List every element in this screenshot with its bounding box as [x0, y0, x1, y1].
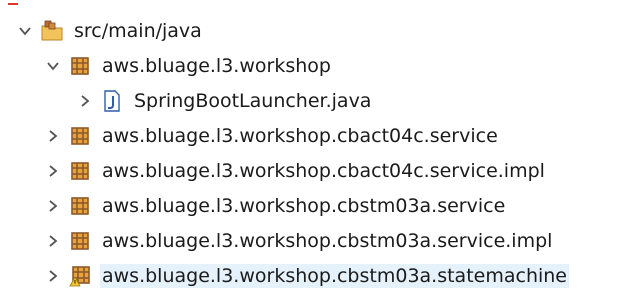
- chevron-right-icon[interactable]: [42, 230, 64, 252]
- java-file-icon: [100, 89, 124, 113]
- tree-item-package[interactable]: aws.bluage.l3.workshop.cbact04c.service: [42, 119, 500, 153]
- package-icon: [68, 124, 92, 148]
- tree-item-source-folder[interactable]: src/main/java: [14, 14, 204, 48]
- chevron-right-icon[interactable]: [42, 195, 64, 217]
- tree-item-package[interactable]: aws.bluage.l3.workshop.cbstm03a.service.…: [42, 224, 554, 258]
- chevron-down-icon[interactable]: [42, 55, 64, 77]
- tree-item-label: src/main/java: [74, 20, 202, 42]
- chevron-right-icon[interactable]: [74, 90, 96, 112]
- tree-item-label: aws.bluage.l3.workshop.cbstm03a.service: [102, 195, 506, 217]
- package-icon: [68, 229, 92, 253]
- tree-item-label: SpringBootLauncher.java: [134, 90, 372, 112]
- source-folder-icon: [40, 19, 64, 43]
- chevron-right-icon[interactable]: [42, 265, 64, 287]
- project-explorer-tree: src/main/java aws.bluage.l3.workshop Spr…: [0, 0, 625, 299]
- package-icon: [68, 54, 92, 78]
- tree-item-package-selected[interactable]: aws.bluage.l3.workshop.cbstm03a.statemac…: [42, 259, 569, 293]
- tree-item-label: aws.bluage.l3.workshop.cbact04c.service.…: [102, 160, 545, 182]
- tree-item-label: aws.bluage.l3.workshop.cbstm03a.service.…: [102, 230, 553, 252]
- error-marker: [8, 3, 18, 5]
- chevron-down-icon[interactable]: [14, 20, 36, 42]
- tree-item-label: aws.bluage.l3.workshop: [102, 55, 331, 77]
- tree-item-package[interactable]: aws.bluage.l3.workshop.cbact04c.service.…: [42, 154, 547, 188]
- tree-item-java-file[interactable]: SpringBootLauncher.java: [74, 84, 373, 118]
- package-icon: [68, 159, 92, 183]
- chevron-right-icon[interactable]: [42, 125, 64, 147]
- tree-item-label: aws.bluage.l3.workshop.cbstm03a.statemac…: [100, 264, 569, 288]
- chevron-right-icon[interactable]: [42, 160, 64, 182]
- package-warning-icon: [68, 264, 92, 288]
- tree-item-package[interactable]: aws.bluage.l3.workshop: [42, 49, 333, 83]
- tree-item-package[interactable]: aws.bluage.l3.workshop.cbstm03a.service: [42, 189, 507, 223]
- package-icon: [68, 194, 92, 218]
- tree-item-label: aws.bluage.l3.workshop.cbact04c.service: [102, 125, 498, 147]
